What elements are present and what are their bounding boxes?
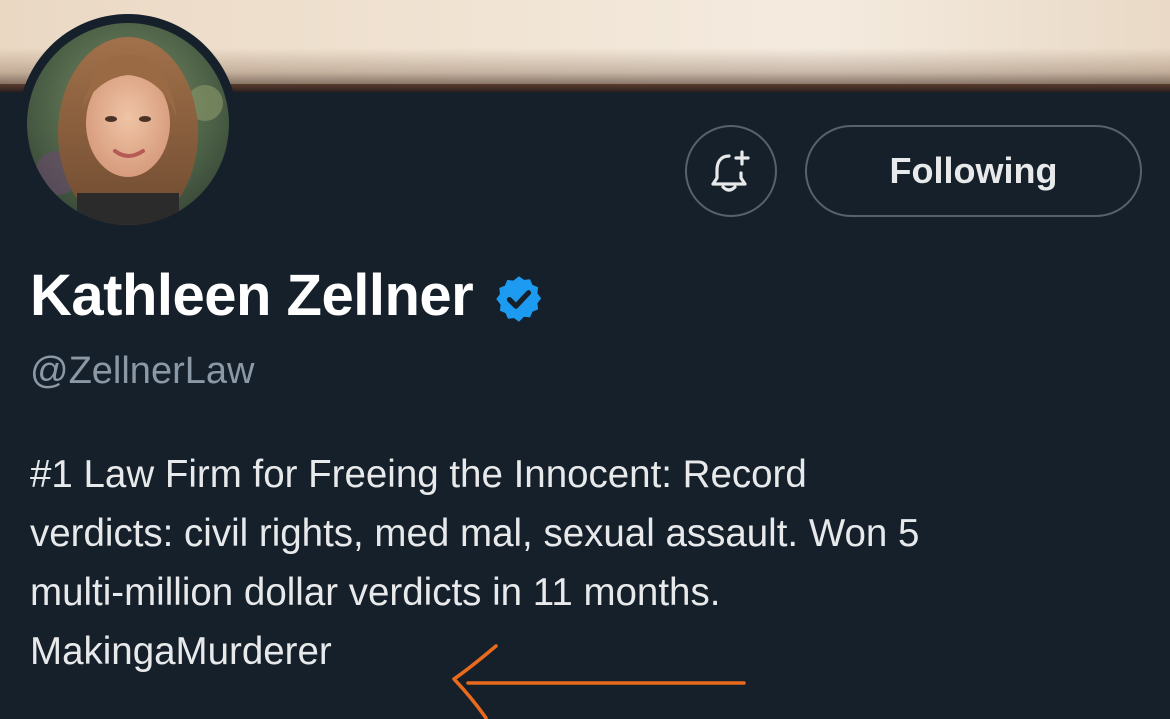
avatar[interactable] <box>18 14 238 234</box>
avatar-photo <box>27 23 229 225</box>
bio-line: verdicts: civil rights, med mal, sexual … <box>30 512 920 555</box>
bell-plus-icon <box>711 150 750 192</box>
orange-arrow-annotation <box>452 644 746 719</box>
bio-line: multi-million dollar verdicts in 11 mont… <box>30 571 721 614</box>
verified-badge-icon[interactable] <box>493 273 545 325</box>
following-button-label: Following <box>889 150 1058 191</box>
following-button[interactable]: Following <box>805 125 1142 217</box>
profile-name-row: Kathleen Zellner <box>30 258 545 334</box>
profile-handle: @ZellnerLaw <box>30 350 255 392</box>
notifications-button[interactable] <box>685 125 777 217</box>
profile-name: Kathleen Zellner <box>30 263 474 328</box>
bio-line: #1 Law Firm for Freeing the Innocent: Re… <box>30 453 807 496</box>
